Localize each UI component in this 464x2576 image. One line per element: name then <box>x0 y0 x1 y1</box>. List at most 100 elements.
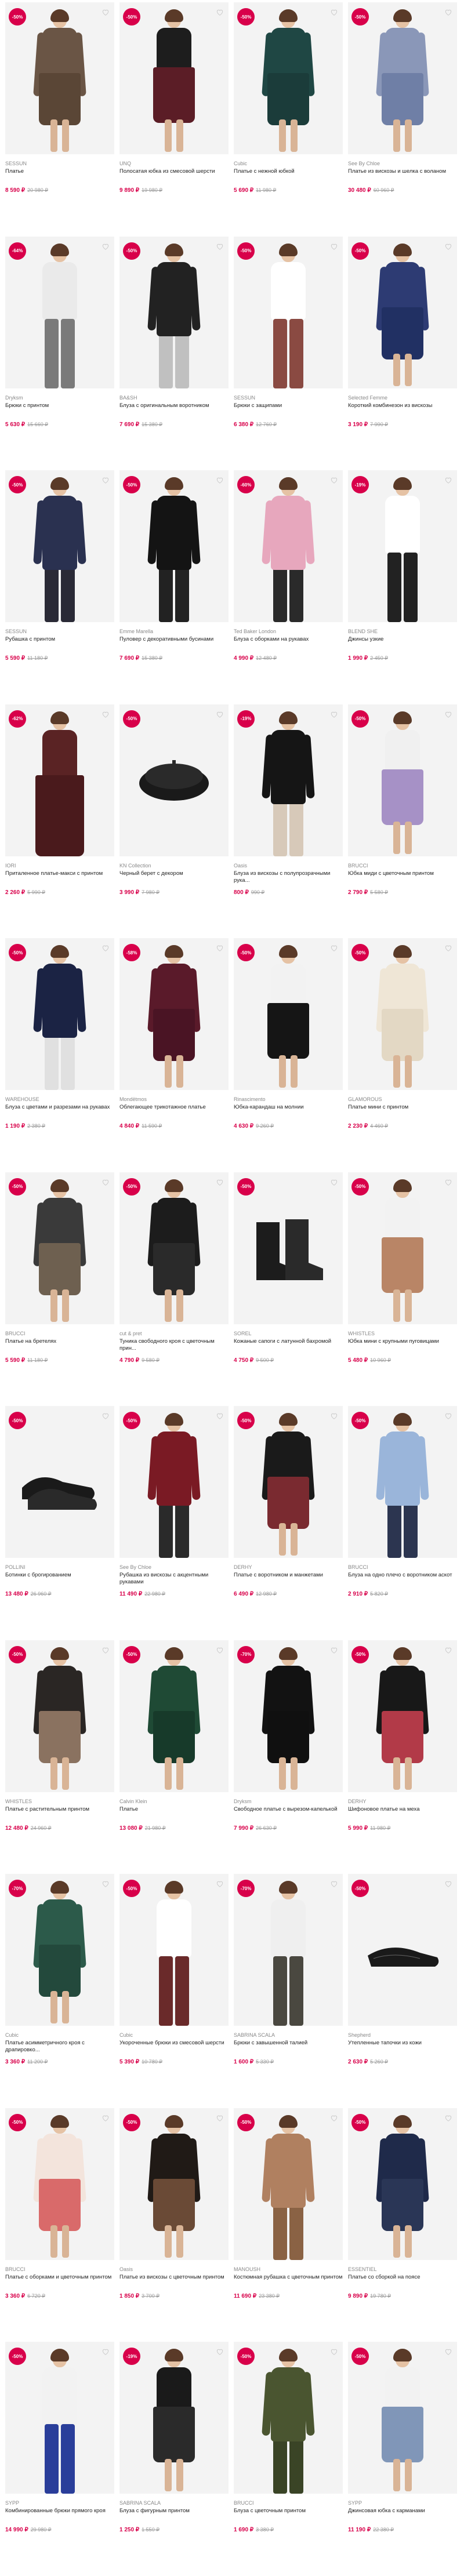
product-image[interactable]: -19% <box>119 2342 229 2494</box>
product-card[interactable]: -58% Mondëtmos Облегающее трикотажное плат… <box>119 938 229 1172</box>
product-brand[interactable]: Mondëtmos <box>119 1096 229 1103</box>
product-brand[interactable]: BRUCCI <box>5 1330 114 1337</box>
product-card[interactable]: -50% KN Collection Черный берет с декором 3… <box>119 704 229 939</box>
heart-icon[interactable] <box>444 1646 452 1654</box>
product-name[interactable]: Черный берет с декором <box>119 870 229 884</box>
product-image[interactable]: -60% <box>234 470 343 622</box>
product-card[interactable]: -50% GLAMOROUS Платье мини с принтом 2 230 … <box>348 938 457 1172</box>
product-brand[interactable]: BRUCCI <box>234 2499 343 2506</box>
product-image[interactable]: -50% <box>119 2108 229 2260</box>
product-name[interactable]: Блуза из вискозы с полупрозрачными рука.… <box>234 870 343 884</box>
product-image[interactable]: -50% <box>5 1406 114 1558</box>
heart-icon[interactable] <box>102 1646 110 1654</box>
product-name[interactable]: Рубашка с принтом <box>5 636 114 650</box>
product-image[interactable]: -70% <box>234 1640 343 1792</box>
product-brand[interactable]: KN Collection <box>119 862 229 869</box>
product-image[interactable]: -19% <box>348 470 457 622</box>
product-card[interactable]: -50% MANOUSH Костюмная рубашка с цветочным… <box>234 2108 343 2342</box>
product-image[interactable]: -50% <box>5 938 114 1090</box>
heart-icon[interactable] <box>444 710 452 718</box>
product-brand[interactable]: DERHY <box>234 1564 343 1571</box>
product-name[interactable]: Свободное платье с вырезом-капелькой <box>234 1806 343 1820</box>
product-brand[interactable]: Calvin Klein <box>119 1798 229 1805</box>
product-brand[interactable]: Dryksm <box>5 394 114 401</box>
product-image[interactable]: -62% <box>5 704 114 856</box>
product-brand[interactable]: DERHY <box>348 1798 457 1805</box>
heart-icon[interactable] <box>444 242 452 250</box>
heart-icon[interactable] <box>216 242 224 250</box>
product-name[interactable]: Брюки с принтом <box>5 402 114 416</box>
product-card[interactable]: -50% Shepherd Утепленные тапочки из кожи 2 … <box>348 1874 457 2108</box>
product-name[interactable]: Кожаные сапоги с латунной бахромой <box>234 1338 343 1352</box>
product-image[interactable]: -50% <box>234 2 343 154</box>
product-image[interactable]: -58% <box>119 938 229 1090</box>
heart-icon[interactable] <box>330 2348 338 2356</box>
product-image[interactable]: -50% <box>348 1172 457 1324</box>
product-image[interactable]: -50% <box>234 1406 343 1558</box>
heart-icon[interactable] <box>330 944 338 952</box>
product-name[interactable]: Блуза с оборками на рукавах <box>234 636 343 650</box>
product-card[interactable]: -50% DERHY Платье с воротником и манжетами… <box>234 1406 343 1640</box>
product-brand[interactable]: Ted Baker London <box>234 628 343 635</box>
product-name[interactable]: Полосатая юбка из смесовой шерсти <box>119 168 229 182</box>
product-image[interactable]: -50% <box>119 236 229 388</box>
heart-icon[interactable] <box>216 8 224 16</box>
product-image[interactable]: -70% <box>5 1874 114 2026</box>
product-brand[interactable]: SESSUN <box>5 160 114 167</box>
product-brand[interactable]: SABRINA SCALA <box>234 2032 343 2039</box>
product-image[interactable]: -50% <box>348 1406 457 1558</box>
heart-icon[interactable] <box>102 1880 110 1888</box>
product-card[interactable]: -70% SABRINA SCALA Брюки с завышенной тали… <box>234 1874 343 2108</box>
product-name[interactable]: Шифоновое платье на меха <box>348 1806 457 1820</box>
product-name[interactable]: Брюки с защипами <box>234 402 343 416</box>
product-name[interactable]: Туника свободного кроя с цветочным прин.… <box>119 1338 229 1352</box>
heart-icon[interactable] <box>216 1646 224 1654</box>
product-brand[interactable]: Selected Femme <box>348 394 457 401</box>
heart-icon[interactable] <box>444 476 452 484</box>
product-card[interactable]: -50% Rinascimento Юбка-карандаш на молнии 4… <box>234 938 343 1172</box>
product-card[interactable]: -60% Ted Baker London Блуза с оборками на … <box>234 470 343 704</box>
product-name[interactable]: Приталенное платье-макси с принтом <box>5 870 114 884</box>
product-brand[interactable]: SABRINA SCALA <box>119 2499 229 2506</box>
product-name[interactable]: Платье <box>5 168 114 182</box>
product-card[interactable]: -50% SOREL Кожаные сапоги с латунной бахро… <box>234 1172 343 1407</box>
product-name[interactable]: Блуза с цветами и разрезами на рукавах <box>5 1104 114 1118</box>
product-name[interactable]: Платье со сборкой на поясе <box>348 2274 457 2288</box>
heart-icon[interactable] <box>330 2114 338 2122</box>
product-card[interactable]: -50% SYPP Джинсовая юбка с карманами 11 190… <box>348 2342 457 2576</box>
product-card[interactable]: -50% BRUCCI Блуза на одно плечо с воротник… <box>348 1406 457 1640</box>
product-card[interactable]: -50% BRUCCI Блуза с цветочным принтом 1 690… <box>234 2342 343 2576</box>
product-name[interactable]: Платье асимметричного кроя с драпировко.… <box>5 2040 114 2054</box>
product-name[interactable]: Джинсовая юбка с карманами <box>348 2508 457 2521</box>
heart-icon[interactable] <box>444 8 452 16</box>
product-brand[interactable]: SOREL <box>234 1330 343 1337</box>
product-brand[interactable]: BRUCCI <box>5 2266 114 2273</box>
product-image[interactable]: -50% <box>119 704 229 856</box>
product-image[interactable]: -50% <box>119 1640 229 1792</box>
product-name[interactable]: Укороченные брюки из смесовой шерсти <box>119 2040 229 2054</box>
heart-icon[interactable] <box>330 476 338 484</box>
product-brand[interactable]: SYPP <box>348 2499 457 2506</box>
heart-icon[interactable] <box>216 944 224 952</box>
product-image[interactable]: -64% <box>5 236 114 388</box>
heart-icon[interactable] <box>216 1178 224 1186</box>
product-image[interactable]: -50% <box>348 236 457 388</box>
product-card[interactable]: -50% See By Chloe Платье из вискозы и шелк… <box>348 2 457 237</box>
heart-icon[interactable] <box>102 2114 110 2122</box>
product-brand[interactable]: BLEND SHE <box>348 628 457 635</box>
product-brand[interactable]: Cubic <box>5 2032 114 2039</box>
product-name[interactable]: Утепленные тапочки из кожи <box>348 2040 457 2054</box>
product-image[interactable]: -50% <box>5 2 114 154</box>
product-image[interactable]: -50% <box>234 2342 343 2494</box>
product-image[interactable]: -50% <box>5 1172 114 1324</box>
product-card[interactable]: -70% Dryksm Свободное платье с вырезом-кап… <box>234 1640 343 1874</box>
product-name[interactable]: Платье мини с принтом <box>348 1104 457 1118</box>
product-card[interactable]: -50% WHISTLES Юбка мини с крупными пуговиц… <box>348 1172 457 1407</box>
product-name[interactable]: Юбка мини с крупными пуговицами <box>348 1338 457 1352</box>
heart-icon[interactable] <box>216 476 224 484</box>
product-brand[interactable]: Dryksm <box>234 1798 343 1805</box>
heart-icon[interactable] <box>102 8 110 16</box>
heart-icon[interactable] <box>330 1412 338 1420</box>
product-brand[interactable]: See By Chloe <box>348 160 457 167</box>
heart-icon[interactable] <box>102 944 110 952</box>
